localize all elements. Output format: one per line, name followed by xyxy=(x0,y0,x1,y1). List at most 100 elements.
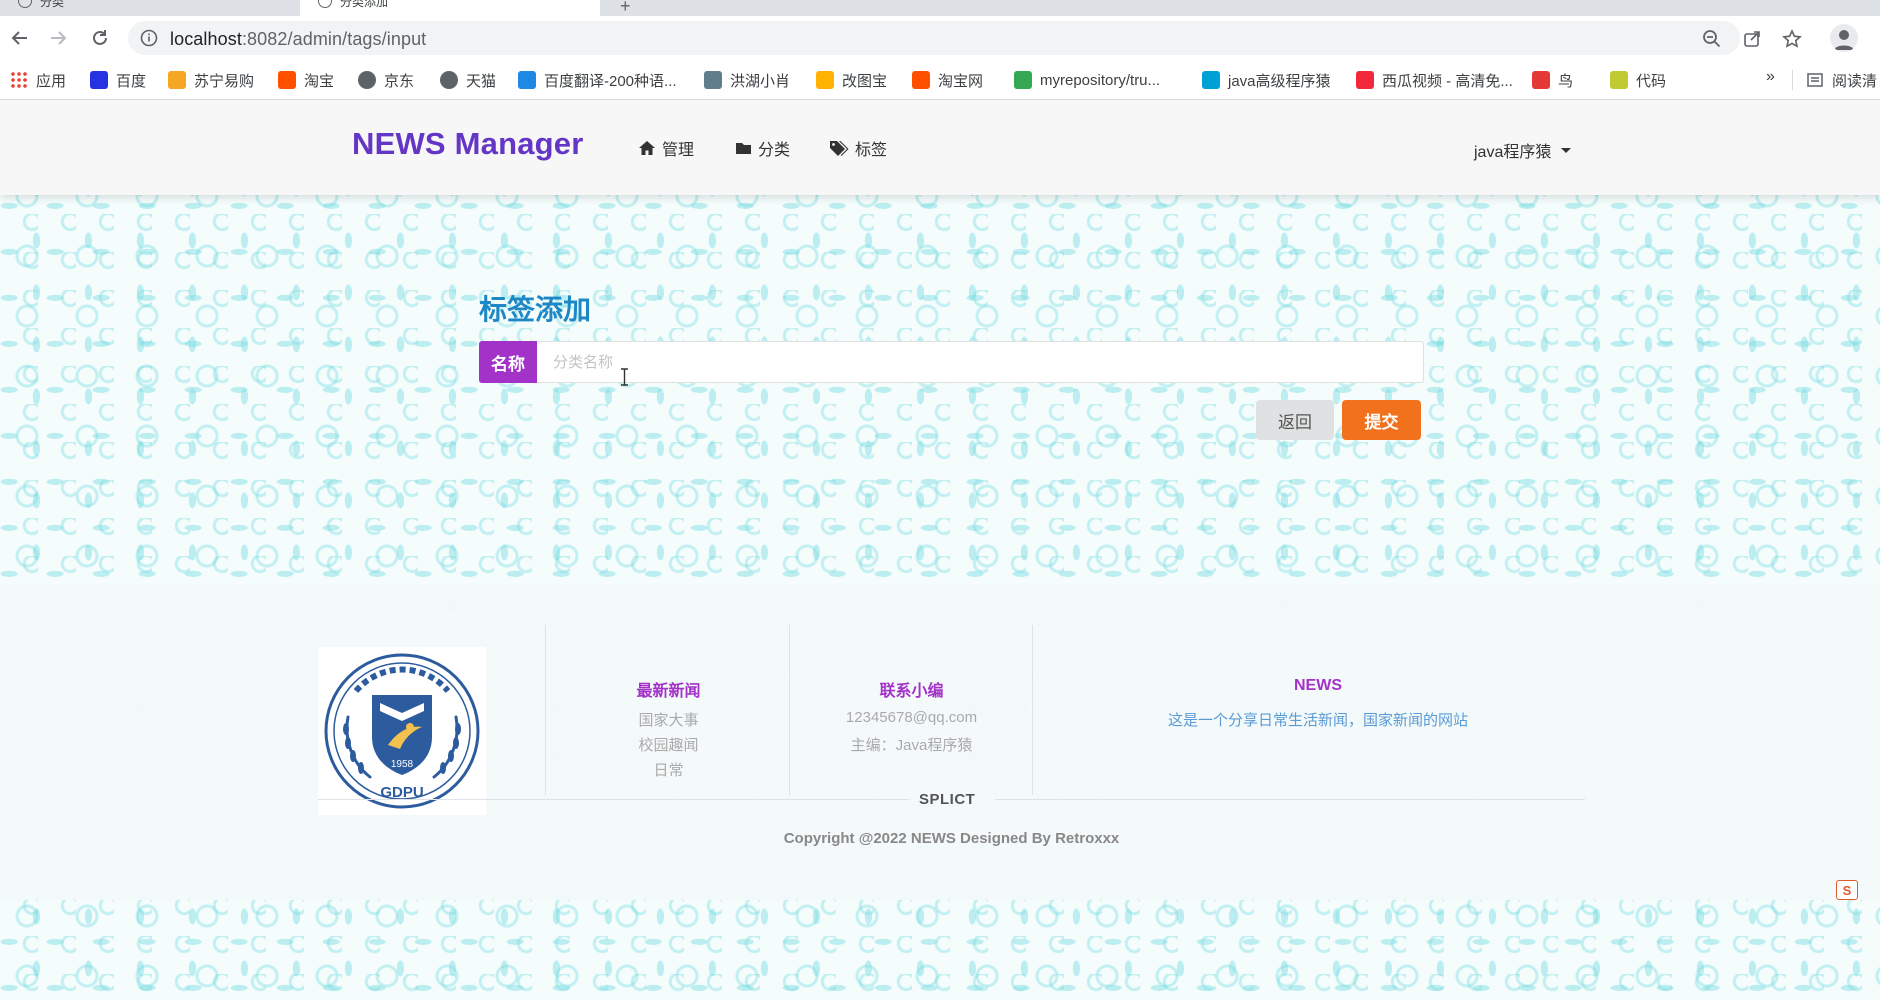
url-text[interactable]: localhost:8082/admin/tags/input xyxy=(170,29,426,50)
bookmark-label: 鸟 xyxy=(1558,72,1574,90)
back-button[interactable] xyxy=(6,24,34,52)
browser-tab-categories[interactable]: 分类 xyxy=(0,0,298,16)
globe-icon xyxy=(318,0,332,8)
username: java程序猿 xyxy=(1474,144,1552,161)
suning-icon xyxy=(168,71,186,89)
footer-link[interactable]: 日常 xyxy=(546,759,791,780)
bird-icon xyxy=(1532,71,1550,89)
bookmark-label: 百度翻译-200种语... xyxy=(544,72,677,90)
bookmark-item[interactable]: java高级程序猿 xyxy=(1202,69,1331,91)
name-input[interactable] xyxy=(537,341,1424,383)
new-tab-button[interactable]: + xyxy=(620,0,631,16)
footer-splict-label: SPLICT xyxy=(919,791,976,808)
tags-icon xyxy=(830,140,849,156)
bookmark-label: 淘宝 xyxy=(304,72,335,90)
arrow-left-icon xyxy=(11,31,27,45)
forward-button[interactable] xyxy=(44,24,72,52)
nav-item-label: 管理 xyxy=(662,142,695,159)
bookmark-item[interactable]: 西瓜视频 - 高清免... xyxy=(1356,69,1513,91)
page-bottom-pattern xyxy=(0,900,1880,1000)
footer-column-news: 最新新闻 国家大事 校园趣闻 日常 xyxy=(545,625,790,795)
copyright-text: Copyright @2022 NEWS Designed By Retroxx… xyxy=(783,830,1120,847)
bookmark-label: 应用 xyxy=(36,72,67,90)
bookmarks-separator xyxy=(1792,70,1793,90)
globe-icon xyxy=(18,0,32,8)
brand-logo[interactable]: NEWS Manager xyxy=(352,126,584,162)
footer-divider-left xyxy=(318,799,909,800)
info-icon[interactable] xyxy=(140,29,158,47)
nav-item-categories[interactable]: 分类 xyxy=(735,136,790,160)
tab-title: 分类 xyxy=(40,0,65,9)
svg-text:1958: 1958 xyxy=(391,759,414,770)
user-dropdown[interactable]: java程序猿 xyxy=(1474,138,1572,162)
footer-contact-title: 联系小编 xyxy=(879,683,944,700)
university-seal-icon: 1958 GDPU xyxy=(324,653,480,809)
bilibili-icon xyxy=(1202,71,1220,89)
reading-list-button[interactable]: 阅读清 xyxy=(1806,69,1877,91)
top-navbar: NEWS Manager 管理 分类 标签 java程序猿 xyxy=(0,100,1880,195)
bookmark-label: 天猫 xyxy=(466,72,497,90)
nav-item-tags[interactable]: 标签 xyxy=(829,136,887,160)
site-footer: 1958 GDPU 最新新闻 国家大事 校园趣闻 日常 联系小编 1234567… xyxy=(0,585,1880,900)
nav-item-manage[interactable]: 管理 xyxy=(638,136,694,160)
reading-list-icon xyxy=(1807,73,1823,87)
bookmark-label: java高级程序猿 xyxy=(1228,72,1331,90)
footer-column-contact: 联系小编 12345678@qq.com 主编：Java程序猿 xyxy=(789,625,1032,795)
feather-icon xyxy=(704,71,722,89)
user-icon xyxy=(1834,30,1854,50)
nav-item-label: 标签 xyxy=(855,142,888,159)
footer-link[interactable]: 校园趣闻 xyxy=(546,734,791,755)
star-icon[interactable] xyxy=(1782,29,1802,49)
page-body: NEWS Manager 管理 分类 标签 java程序猿 标签添加 名称 返回… xyxy=(0,100,1880,1000)
bookmark-item[interactable]: 天猫 xyxy=(440,69,496,91)
bookmark-item[interactable]: 京东 xyxy=(358,69,414,91)
address-bar[interactable]: localhost:8082/admin/tags/input xyxy=(128,21,1802,55)
profile-avatar[interactable] xyxy=(1830,24,1858,52)
footer-column-about: NEWS 这是一个分享日常生活新闻，国家新闻的网站 xyxy=(1032,625,1602,795)
footer-email: 12345678@qq.com xyxy=(845,709,978,726)
reload-button[interactable] xyxy=(86,24,114,52)
bookmark-item[interactable]: 百度 xyxy=(90,69,146,91)
page-title: 标签添加 xyxy=(479,294,592,325)
browser-toolbar: localhost:8082/admin/tags/input xyxy=(0,16,1880,60)
zoom-icon[interactable] xyxy=(1702,29,1722,49)
chrome-icon xyxy=(1014,71,1032,89)
text-cursor-icon xyxy=(621,368,628,386)
bookmark-item[interactable]: myrepository/tru... xyxy=(1014,69,1160,91)
reload-icon xyxy=(93,30,107,45)
share-icon[interactable] xyxy=(1742,29,1762,49)
more-bookmarks-button[interactable]: » xyxy=(1766,68,1775,86)
tab-title: 分类添加 xyxy=(340,0,389,9)
bookmark-item[interactable]: 鸟 xyxy=(1532,69,1573,91)
footer-link[interactable]: 国家大事 xyxy=(546,709,791,730)
bookmark-label: 洪湖小肖 xyxy=(730,72,791,90)
bookmark-item[interactable]: 淘宝网 xyxy=(912,69,983,91)
bookmark-label: myrepository/tru... xyxy=(1040,71,1161,89)
xigua-icon xyxy=(1356,71,1374,89)
bookmark-label: 改图宝 xyxy=(842,72,888,90)
globe-icon xyxy=(440,71,458,89)
bookmark-item[interactable]: 代码 xyxy=(1610,69,1666,91)
submit-button[interactable]: 提交 xyxy=(1342,400,1421,440)
translate-icon xyxy=(518,71,536,89)
bookmark-item[interactable]: 应用 xyxy=(10,69,66,91)
sogou-ime-icon[interactable]: S xyxy=(1836,880,1858,900)
browser-tab-active[interactable]: 分类添加 xyxy=(300,0,600,16)
footer-news-title: 最新新闻 xyxy=(636,683,701,700)
bookmark-item[interactable]: 洪湖小肖 xyxy=(704,69,790,91)
bookmark-label: 苏宁易购 xyxy=(194,72,255,90)
folder-icon xyxy=(736,143,751,154)
taobao-icon xyxy=(278,71,296,89)
bookmark-label: 西瓜视频 - 高清免... xyxy=(1382,72,1513,90)
back-button[interactable]: 返回 xyxy=(1256,400,1334,440)
bookmark-item[interactable]: 淘宝 xyxy=(278,69,334,91)
leaf-icon xyxy=(1610,71,1628,89)
bookmark-item[interactable]: 百度翻译-200种语... xyxy=(518,69,677,91)
nav-item-label: 分类 xyxy=(758,142,791,159)
browser-tabstrip: 分类 分类添加 + xyxy=(0,0,1880,16)
bookmark-item[interactable]: 改图宝 xyxy=(816,69,887,91)
apps-grid-icon xyxy=(10,71,28,89)
baidu-icon xyxy=(90,71,108,89)
footer-about-title: NEWS xyxy=(1294,677,1342,694)
bookmark-item[interactable]: 苏宁易购 xyxy=(168,69,254,91)
